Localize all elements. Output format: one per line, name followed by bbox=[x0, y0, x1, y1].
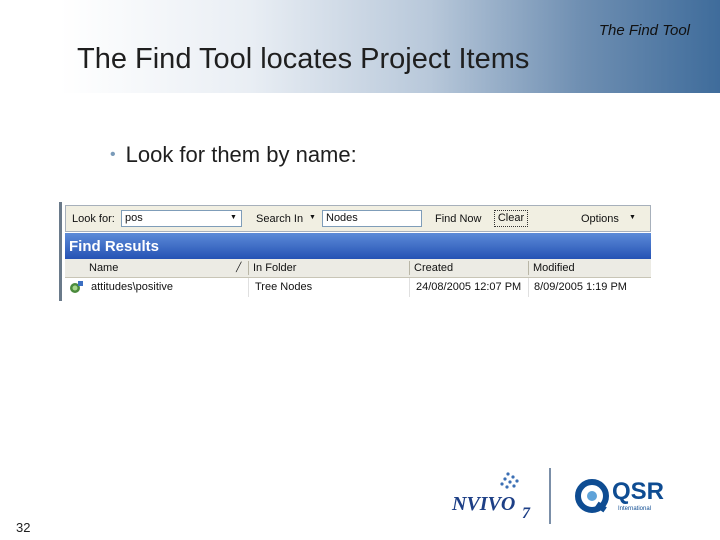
find-results-header: Find Results bbox=[65, 233, 651, 259]
cell-modified: 8/09/2005 1:19 PM bbox=[534, 281, 627, 293]
bullet-dot: • bbox=[110, 146, 116, 163]
svg-text:7: 7 bbox=[522, 505, 531, 522]
table-row[interactable]: attitudes\positive Tree Nodes 24/08/2005… bbox=[65, 278, 651, 297]
find-bar: Look for: pos ▼ Search In ▼ Nodes Find N… bbox=[65, 205, 651, 232]
look-for-input[interactable]: pos bbox=[121, 210, 242, 227]
sort-icon: ╱ bbox=[236, 262, 242, 272]
logo-divider bbox=[549, 468, 551, 524]
results-column-headers: Name ╱ In Folder Created Modified bbox=[65, 259, 651, 278]
qsr-logo-subtitle: International bbox=[618, 506, 652, 512]
find-tool-screenshot: Look for: pos ▼ Search In ▼ Nodes Find N… bbox=[59, 202, 653, 301]
nvivo-logo: NVIVO 7 bbox=[451, 472, 531, 522]
search-in-field[interactable]: Nodes bbox=[322, 210, 422, 227]
search-in-arrow[interactable]: ▼ bbox=[309, 214, 316, 221]
options-button[interactable]: Options bbox=[581, 213, 619, 225]
slide-title: The Find Tool locates Project Items bbox=[77, 43, 530, 75]
column-name[interactable]: Name bbox=[89, 262, 118, 274]
clear-button[interactable]: Clear bbox=[494, 210, 528, 227]
bullet-item: • Look for them by name: bbox=[110, 142, 357, 168]
column-created[interactable]: Created bbox=[414, 262, 453, 274]
cell-created: 24/08/2005 12:07 PM bbox=[416, 281, 522, 293]
cell-in-folder: Tree Nodes bbox=[255, 281, 313, 293]
search-in-label[interactable]: Search In bbox=[256, 213, 303, 225]
svg-text:NVIVO: NVIVO bbox=[451, 493, 515, 515]
find-now-button[interactable]: Find Now bbox=[435, 213, 481, 225]
column-modified[interactable]: Modified bbox=[533, 262, 575, 274]
bullet-text: Look for them by name: bbox=[125, 142, 357, 167]
section-tag: The Find Tool bbox=[598, 22, 690, 39]
qsr-logo-text: QSR bbox=[612, 478, 665, 505]
options-arrow[interactable]: ▼ bbox=[629, 214, 636, 221]
node-icon bbox=[70, 281, 83, 293]
look-for-label: Look for: bbox=[72, 213, 115, 225]
cell-name: attitudes\positive bbox=[91, 281, 173, 293]
column-in-folder[interactable]: In Folder bbox=[253, 262, 296, 274]
page-number: 32 bbox=[16, 520, 31, 535]
look-for-dropdown-arrow[interactable]: ▼ bbox=[230, 214, 237, 221]
